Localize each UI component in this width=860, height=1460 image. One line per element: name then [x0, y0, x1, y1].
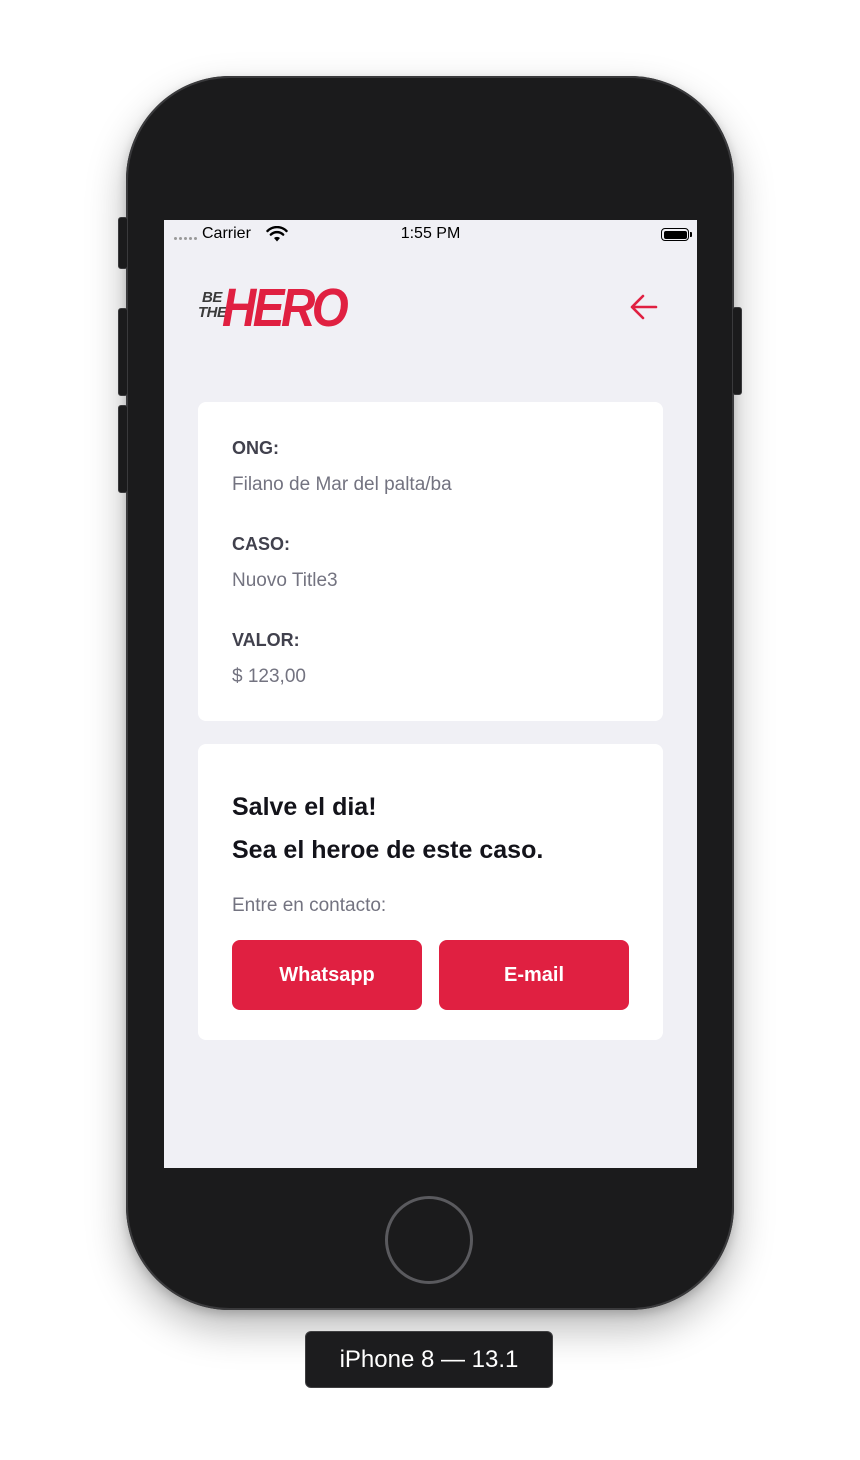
- device-label: iPhone 8 — 13.1: [305, 1331, 553, 1388]
- hero-title-line2: Sea el heroe de este caso.: [232, 836, 544, 864]
- status-bar: Carrier 1:55 PM: [164, 220, 697, 248]
- ong-value: Filano de Mar del palta/ba: [232, 474, 452, 495]
- hero-title-line1: Salve el dia!: [232, 793, 377, 821]
- contact-lead: Entre en contacto:: [232, 895, 387, 916]
- simulator-stage: Carrier 1:55 PM BE THE HERO ONG: Filano …: [0, 0, 860, 1460]
- valor-label: VALOR:: [232, 630, 300, 650]
- power-button: [732, 307, 742, 395]
- logo-word-hero: HERO: [222, 278, 349, 338]
- arrow-left-icon: [630, 294, 658, 320]
- volume-up-button: [118, 308, 128, 396]
- contact-actions: Whatsapp E-mail: [232, 940, 629, 1010]
- home-button[interactable]: [385, 1196, 473, 1284]
- mute-switch: [118, 217, 128, 269]
- status-time: 1:55 PM: [400, 225, 461, 242]
- header: BE THE HERO: [164, 270, 697, 350]
- whatsapp-button-label: Whatsapp: [279, 963, 375, 986]
- caso-value: Nuovo Title3: [232, 570, 338, 591]
- volume-down-button: [118, 405, 128, 493]
- app-screen: Carrier 1:55 PM BE THE HERO ONG: Filano …: [164, 220, 697, 1168]
- whatsapp-button[interactable]: Whatsapp: [232, 940, 422, 1010]
- contact-card: Salve el dia! Sea el heroe de este caso.…: [198, 744, 663, 1040]
- valor-value: $ 123,00: [232, 666, 306, 687]
- battery-icon: [661, 228, 692, 241]
- incident-card: ONG: Filano de Mar del palta/ba CASO: Nu…: [198, 402, 663, 721]
- valor-property: VALOR: $ 123,00: [232, 630, 629, 688]
- caso-label: CASO:: [232, 534, 290, 554]
- ong-label: ONG:: [232, 438, 279, 458]
- be-the-hero-logo: BE THE HERO: [198, 276, 349, 340]
- caso-property: CASO: Nuovo Title3: [232, 534, 629, 592]
- email-button-label: E-mail: [503, 963, 565, 986]
- back-button[interactable]: [624, 288, 662, 326]
- email-button[interactable]: E-mail: [439, 940, 629, 1010]
- ong-property: ONG: Filano de Mar del palta/ba: [232, 438, 629, 496]
- logo-line-be: BE: [202, 289, 222, 306]
